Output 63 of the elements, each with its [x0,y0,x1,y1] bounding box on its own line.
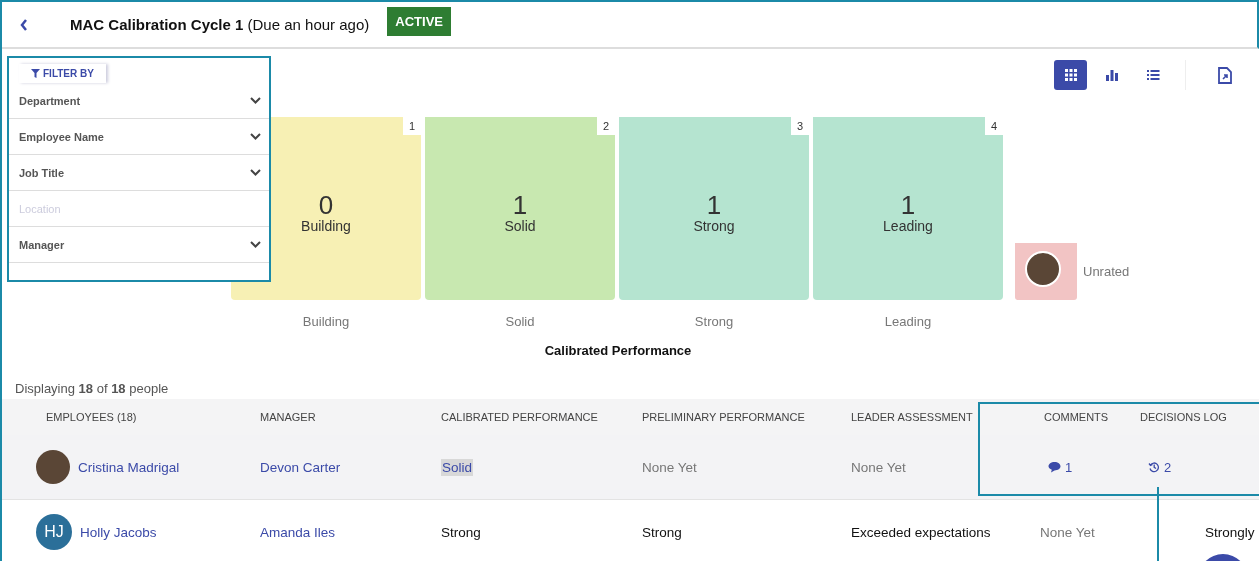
column-header: PRELIMINARY PERFORMANCE [642,411,805,423]
results-count: Displaying 18 of 18 people [15,381,170,396]
tile-label: Leading [883,217,933,234]
speech-bubble-icon [1048,461,1061,473]
rank-number: 3 [791,117,809,135]
axis-label: Solid [504,314,536,329]
column-header: EMPLOYEES (18) [45,411,137,423]
decisions-log-link[interactable]: 2 [1140,459,1172,475]
tile-label: Strong [693,217,735,234]
table-cell: None Yet [642,459,697,475]
column-header: COMMENTS [1043,411,1109,423]
chevron-down-icon [250,133,261,140]
manager-link[interactable]: Devon Carter [260,459,341,475]
chevron-down-icon [250,241,261,248]
filter-tab[interactable]: FILTER BY [19,64,106,83]
table-cell: Strongly [1205,524,1255,540]
avatar-photo[interactable] [1025,251,1061,287]
column-header: MANAGER [260,411,316,423]
table-cell: Exceeded expectations [851,524,991,540]
axis-label: Building [301,314,351,329]
chevron-down-icon [250,97,261,104]
column-header: DECISIONS LOG [1140,411,1227,423]
grid-view-button[interactable] [1054,60,1087,90]
tile-count: 0 [318,191,334,218]
table-cell: Strong [642,524,682,540]
axis-title: Calibrated Performance [543,343,693,358]
tile-count: 1 [512,191,528,218]
grid-icon [1063,68,1078,82]
axis-label: Strong [693,314,735,329]
column-header: CALIBRATED PERFORMANCE [441,411,598,423]
bar-chart-icon [1104,68,1119,82]
table-cell: Strong [441,524,481,540]
rank-number: 4 [985,117,1003,135]
unrated-label: Unrated [1083,264,1130,279]
manager-link[interactable]: Amanda Iles [260,524,336,540]
avatar-photo[interactable] [36,450,70,484]
status-badge: ACTIVE [387,7,451,36]
filter-dropdown[interactable]: Department [9,83,269,119]
filter-dropdown[interactable]: Job Title [9,155,269,191]
filter-dropdown[interactable]: Employee Name [9,119,269,155]
employee-link[interactable]: Cristina Madrigal [78,459,180,475]
chevron-down-icon [250,169,261,176]
cycle-title: MAC Calibration Cycle 1 (Due an hour ago) [70,16,370,33]
column-header: LEADER ASSESSMENT [851,411,973,423]
axis-label: Leading [883,314,933,329]
history-icon [1148,461,1160,473]
back-icon [20,18,28,31]
export-icon [1217,66,1232,84]
table-cell: None Yet [851,459,906,475]
rank-number: 1 [403,117,421,135]
tile-count: 1 [706,191,722,218]
filter-icon [31,69,40,78]
list-icon [1145,68,1160,82]
tile-count: 1 [900,191,916,218]
tile-label: Building [301,217,351,234]
filter-dropdown[interactable]: Manager [9,227,269,263]
rank-number: 2 [597,117,615,135]
rating-link[interactable]: Solid [441,458,474,476]
table-cell: None Yet [1040,524,1095,540]
employee-link[interactable]: Holly Jacobs [80,524,157,540]
avatar-initials[interactable]: HJ [36,514,72,550]
tile-label: Solid [504,217,536,234]
comments-link[interactable]: 1 [1040,459,1073,475]
